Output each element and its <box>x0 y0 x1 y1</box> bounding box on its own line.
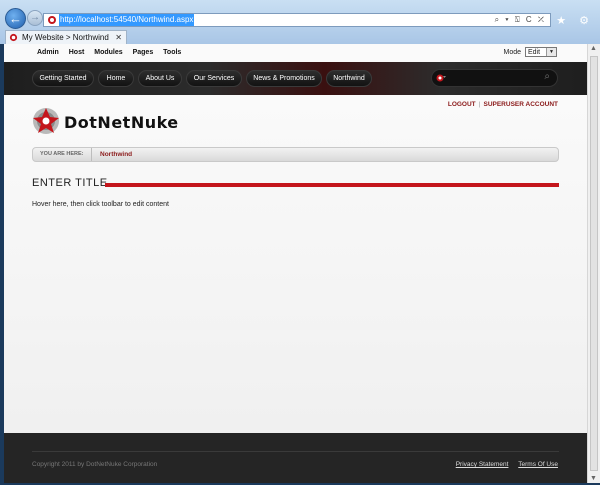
main-nav: Getting Started Home About Us Our Servic… <box>4 62 587 95</box>
back-button[interactable]: ← <box>5 8 26 29</box>
browser-chrome: ← → http://localhost:54540/Northwind.asp… <box>0 0 600 44</box>
menu-modules[interactable]: Modules <box>94 49 122 56</box>
url-text[interactable]: http://localhost:54540/Northwind.aspx <box>59 14 195 26</box>
dropdown-arrow-icon: ▼ <box>546 48 556 57</box>
title-accent-bar <box>105 183 559 187</box>
nav-home[interactable]: Home <box>98 70 134 87</box>
search-provider-icon[interactable] <box>436 73 446 83</box>
nav-about-us[interactable]: About Us <box>138 70 182 87</box>
dotnetnuke-logo[interactable]: DotNetNuke <box>32 105 192 137</box>
footer-links: Privacy Statement Terms Of Use <box>448 461 558 468</box>
control-menu: Admin Host Modules Pages Tools <box>37 44 189 62</box>
footer-divider <box>32 451 559 452</box>
logo-text: DotNetNuke <box>64 113 179 132</box>
scrollbar-thumb[interactable] <box>590 56 598 471</box>
logout-link[interactable]: LOGOUT <box>448 101 476 108</box>
mode-selector: Mode Edit ▼ <box>504 47 557 59</box>
menu-pages[interactable]: Pages <box>133 49 154 56</box>
browser-toolbar-icons[interactable]: ⌂ ★ ⚙ <box>537 14 594 27</box>
scroll-up-icon[interactable]: ▲ <box>590 45 597 52</box>
footer: Copyright 2011 by DotNetNuke Corporation… <box>4 433 587 483</box>
breadcrumb-label: YOU ARE HERE: <box>40 151 84 157</box>
scroll-down-icon[interactable]: ▼ <box>590 475 597 482</box>
address-bar[interactable]: http://localhost:54540/Northwind.aspx ⌕ … <box>43 13 551 27</box>
control-bar: Admin Host Modules Pages Tools Mode Edit… <box>4 44 587 63</box>
nav-news-promotions[interactable]: News & Promotions <box>246 70 322 87</box>
tab-close-icon[interactable]: ✕ <box>115 31 122 44</box>
menu-admin[interactable]: Admin <box>37 49 59 56</box>
forward-button[interactable]: → <box>27 10 43 26</box>
edit-hint-text[interactable]: Hover here, then click toolbar to edit c… <box>32 201 169 208</box>
account-link[interactable]: SUPERUSER ACCOUNT <box>483 101 558 108</box>
menu-host[interactable]: Host <box>69 49 85 56</box>
search-box[interactable]: ⌕ <box>431 69 558 87</box>
page-viewport: Admin Host Modules Pages Tools Mode Edit… <box>4 44 587 483</box>
content-area: LOGOUT | SUPERUSER ACCOUNT DotNetNuke YOU … <box>4 95 587 433</box>
menu-tools[interactable]: Tools <box>163 49 181 56</box>
back-arrow-icon: ← <box>9 11 22 26</box>
tab-favicon-icon <box>9 33 18 42</box>
privacy-link[interactable]: Privacy Statement <box>456 461 509 468</box>
browser-tab[interactable]: My Website > Northwind ✕ <box>5 30 127 44</box>
forward-arrow-icon: → <box>30 12 40 23</box>
nav-northwind[interactable]: Northwind <box>326 70 372 87</box>
vertical-scrollbar[interactable]: ▲ ▼ <box>587 44 600 483</box>
user-links: LOGOUT | SUPERUSER ACCOUNT <box>448 101 558 108</box>
terms-link[interactable]: Terms Of Use <box>518 461 558 468</box>
module-title[interactable]: ENTER TITLE <box>32 177 108 189</box>
search-icon[interactable]: ⌕ <box>544 71 550 82</box>
breadcrumb-page-link[interactable]: Northwind <box>100 148 132 161</box>
nav-getting-started[interactable]: Getting Started <box>32 70 94 87</box>
dnn-favicon-icon <box>48 16 56 24</box>
copyright-text: Copyright 2011 by DotNetNuke Corporation <box>32 461 158 468</box>
nav-our-services[interactable]: Our Services <box>186 70 242 87</box>
breadcrumb-divider <box>91 148 92 161</box>
breadcrumb: YOU ARE HERE: Northwind <box>32 147 559 162</box>
mode-select[interactable]: Edit ▼ <box>525 47 557 58</box>
mode-value: Edit <box>528 49 541 57</box>
mode-label: Mode <box>503 49 522 56</box>
tab-title: My Website > Northwind <box>22 33 109 42</box>
link-separator: | <box>478 101 481 108</box>
